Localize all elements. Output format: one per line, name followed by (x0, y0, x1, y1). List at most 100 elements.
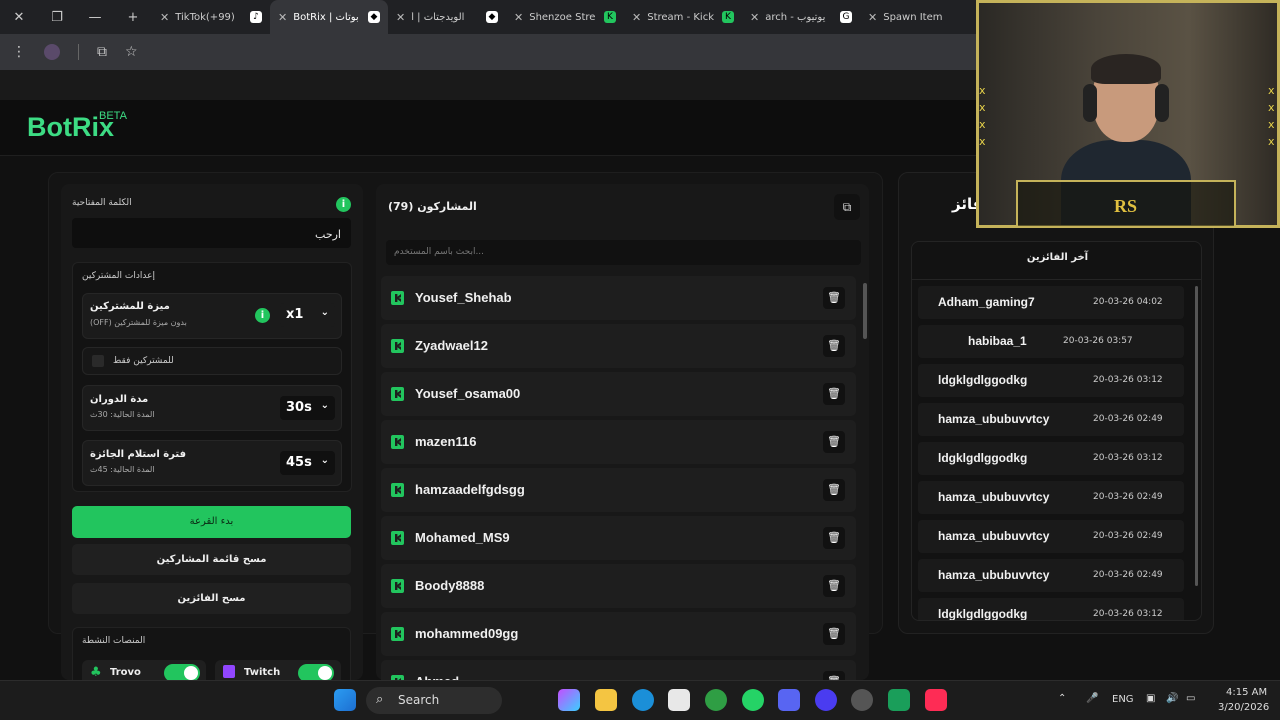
delete-icon[interactable]: 🗑 (823, 287, 845, 309)
browser-tab[interactable]: ✕ Spawn Item (860, 0, 978, 34)
delete-icon[interactable]: 🗑 (823, 479, 845, 501)
trovo-icon: ♣ (90, 665, 102, 680)
info-icon[interactable]: i (255, 308, 270, 323)
browser-tab[interactable]: ✕ arch - يوتيوب G (742, 0, 860, 34)
delete-icon[interactable]: 🗑 (823, 671, 845, 680)
participant-list: Yousef_Shehab 🗑 Zyadwael12 🗑 Yousef_osama00 🗑… (381, 276, 856, 680)
battery-icon[interactable]: ▭ (1186, 693, 1195, 704)
browser-tab[interactable]: ✕ Shenzoe Stre K (506, 0, 624, 34)
close-tab-icon[interactable]: ✕ (632, 11, 641, 24)
participant-name: Mohamed_MS9 (415, 530, 510, 545)
windows-start-icon[interactable] (334, 689, 356, 711)
participant-row: Yousef_osama00 🗑 (381, 372, 856, 416)
winner-row: hamza_ububuvvtcy 20-03-26 02:49 (918, 481, 1184, 514)
multiplier-select[interactable]: x1 ⌄ (280, 303, 335, 327)
sub-feature-title: ميزة للمشتركين (90, 301, 170, 312)
close-tab-icon[interactable]: ✕ (750, 11, 759, 24)
info-icon[interactable]: i (336, 197, 351, 212)
volume-icon[interactable]: 🔊 (1166, 693, 1178, 704)
winner-time: 20-03-26 04:02 (1093, 297, 1163, 307)
close-tab-icon[interactable]: ✕ (278, 11, 287, 24)
winner-row: ldgklgdlggodkg 20-03-26 03:12 (918, 442, 1184, 475)
participant-row: mazen116 🗑 (381, 420, 856, 464)
delete-icon[interactable]: 🗑 (823, 575, 845, 597)
clear-participants-button[interactable]: مسح قائمة المشاركين (72, 544, 351, 575)
winner-row: hamza_ububuvvtcy 20-03-26 02:49 (918, 559, 1184, 592)
store-icon[interactable] (668, 689, 690, 711)
chevron-up-icon[interactable]: ⌃ (1058, 693, 1066, 704)
language-indicator[interactable]: ENG (1112, 694, 1134, 705)
app-icon[interactable] (888, 689, 910, 711)
clear-winners-button[interactable]: مسح الفائزين (72, 583, 351, 614)
delete-icon[interactable]: 🗑 (823, 623, 845, 645)
bookmark-star-icon[interactable]: ☆ (125, 44, 138, 60)
participant-scrollbar[interactable] (863, 283, 867, 339)
delete-icon[interactable]: 🗑 (823, 527, 845, 549)
winner-name: ldgklgdlggodkg (938, 373, 1028, 387)
close-window-icon[interactable]: ✕ (0, 0, 38, 34)
winner-time: 20-03-26 03:57 (1063, 336, 1133, 346)
winner-name: hamza_ububuvvtcy (938, 490, 1050, 504)
participant-row: Mohamed_MS9 🗑 (381, 516, 856, 560)
claim-period-subtitle: المدة الحالية: 45ث (90, 465, 155, 474)
whatsapp-icon[interactable] (742, 689, 764, 711)
microphone-icon[interactable]: 🎤 (1086, 693, 1098, 704)
close-tab-icon[interactable]: ✕ (514, 11, 523, 24)
browser-tab[interactable]: ✕ الويدجتات | أ ◆ (388, 0, 506, 34)
restore-window-icon[interactable]: ❐ (38, 0, 76, 34)
participant-name: mazen116 (415, 434, 477, 449)
participant-name: hamzaadelfgdsgg (415, 482, 525, 497)
divider (912, 279, 1201, 280)
toolbar-divider (78, 44, 79, 60)
overlay-logo: RS (1114, 196, 1138, 216)
browser-tab[interactable]: ✕ Stream - Kick K (624, 0, 742, 34)
browser-toolbar: ⋮ ⧉ ☆ (0, 34, 980, 70)
network-icon[interactable]: ▣ (1146, 693, 1155, 704)
claim-period-select[interactable]: 45s ⌄ (280, 451, 335, 475)
kick-icon (391, 291, 404, 305)
kick-icon: K (604, 11, 616, 23)
edge-icon[interactable] (632, 689, 654, 711)
winner-row: hamza_ububuvvtcy 20-03-26 02:49 (918, 403, 1184, 436)
extensions-icon[interactable]: ⧉ (97, 44, 107, 60)
taskbar-search[interactable]: ⌕ Search (366, 687, 502, 714)
settings-icon[interactable] (851, 689, 873, 711)
spin-duration-select[interactable]: 30s ⌄ (280, 396, 335, 420)
new-tab-icon[interactable]: + (114, 0, 152, 34)
close-tab-icon[interactable]: ✕ (396, 11, 405, 24)
participants-title: المشاركون (79) (388, 200, 477, 213)
copilot-icon[interactable] (558, 689, 580, 711)
start-draw-button[interactable]: بدء القرعة (72, 506, 351, 538)
subs-only-checkbox[interactable] (92, 355, 104, 367)
minimize-window-icon[interactable]: — (76, 0, 114, 34)
file-explorer-icon[interactable] (595, 689, 617, 711)
delete-icon[interactable]: 🗑 (823, 431, 845, 453)
delete-icon[interactable]: 🗑 (823, 383, 845, 405)
claim-period-title: فترة استلام الجائزة (90, 449, 187, 460)
winners-scrollbar[interactable] (1195, 286, 1198, 586)
kick-icon (391, 387, 404, 401)
overlay-decoration: xxxx (1268, 84, 1275, 148)
avatar[interactable] (44, 44, 60, 60)
participant-search-input[interactable]: ...ابحث باسم المستخدم (386, 240, 861, 265)
keyword-input[interactable]: ارحب (72, 218, 351, 248)
app-icon[interactable] (815, 689, 837, 711)
browser-tab[interactable]: ✕ TikTok(+99) ♪ (152, 0, 270, 34)
participant-row: Ahmed....🗑 (381, 660, 856, 680)
close-tab-icon[interactable]: ✕ (160, 11, 169, 24)
winner-time: 20-03-26 03:12 (1093, 453, 1163, 463)
close-tab-icon[interactable]: ✕ (868, 11, 877, 24)
discord-icon[interactable] (778, 689, 800, 711)
browser-tab-active[interactable]: ✕ BotRix | بوتات ◆ (270, 0, 388, 34)
clock-time[interactable]: 4:15 AM (1226, 687, 1267, 698)
chrome-icon[interactable] (705, 689, 727, 711)
chevron-down-icon: ⌄ (320, 455, 329, 466)
menu-icon[interactable]: ⋮ (12, 44, 26, 60)
delete-icon[interactable]: 🗑 (823, 335, 845, 357)
copy-icon[interactable]: ⧉ (834, 194, 860, 220)
clock-date[interactable]: 3/20/2026 (1218, 702, 1269, 713)
tiktok-icon: ♪ (250, 11, 262, 23)
tiktok-icon[interactable] (925, 689, 947, 711)
kick-icon (391, 339, 404, 353)
subscriber-section-label: إعدادات المشتركين (82, 271, 155, 281)
